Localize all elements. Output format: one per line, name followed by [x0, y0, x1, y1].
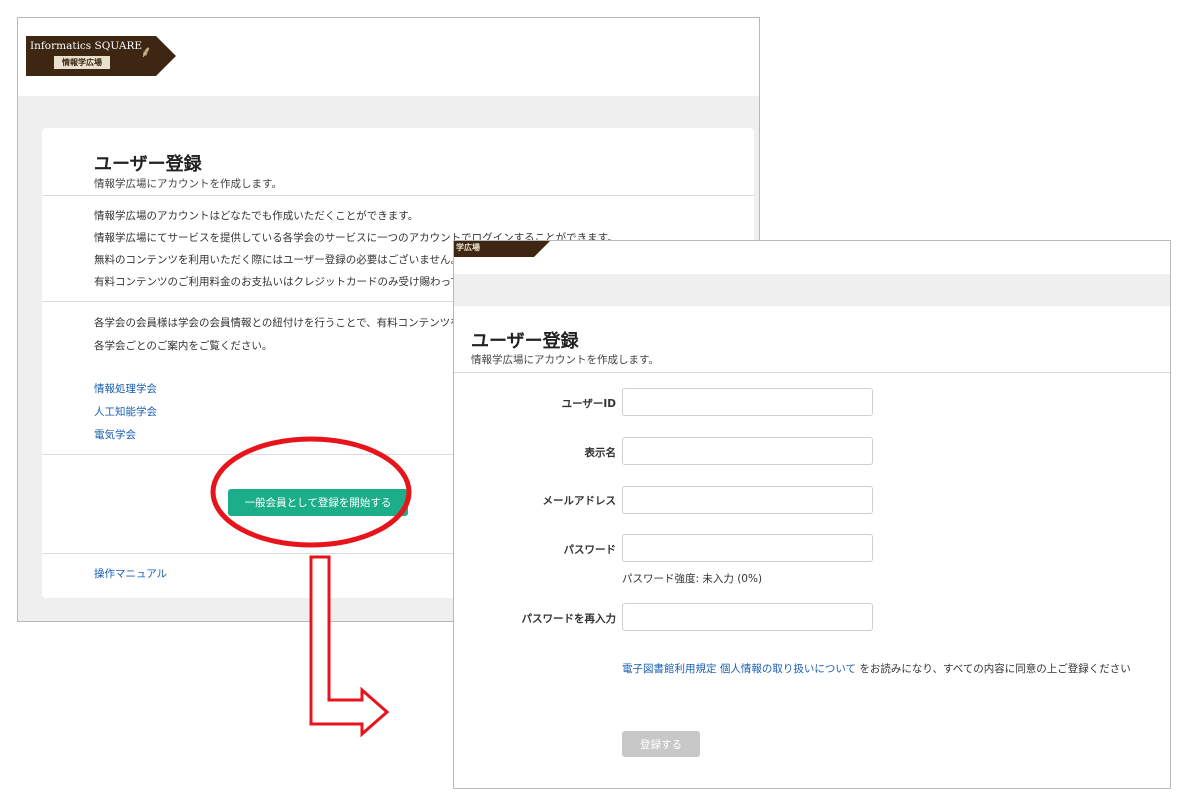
tree-icon: ⸙ — [140, 42, 153, 61]
intro-line-1: 情報学広場のアカウントはどなたでも作成いただくことができます。 — [94, 210, 419, 222]
display-name-input[interactable] — [622, 437, 873, 465]
submit-button[interactable]: 登録する — [622, 731, 700, 757]
agreement-text: をお読みになり、すべての内容に同意の上ご登録ください — [859, 663, 1131, 675]
password-label: パスワード — [563, 544, 617, 556]
logo-name: Informatics SQUARE — [30, 40, 143, 52]
site-logo[interactable]: Informatics SQUARE 情報学広場 ⸙ — [26, 36, 178, 76]
privacy-policy-link[interactable]: 個人情報の取り扱いについて — [720, 663, 856, 675]
page-title: ユーザー登録 — [471, 331, 579, 352]
member-line-2: 各学会ごとのご案内をご覧ください。 — [94, 340, 273, 352]
start-registration-button[interactable]: 一般会員として登録を開始する — [228, 489, 408, 516]
library-terms-link[interactable]: 電子図書館利用規定 — [622, 663, 717, 675]
page-subtitle: 情報学広場にアカウントを作成します。 — [471, 354, 659, 366]
intro-line-3: 無料のコンテンツを利用いただく際にはユーザー登録の必要はございません。 — [94, 254, 461, 266]
user-id-label: ユーザーID — [561, 398, 616, 410]
logo-fragment-text: 学広場 — [456, 243, 480, 252]
email-input[interactable] — [622, 486, 873, 514]
page-background — [454, 274, 1170, 306]
password-input[interactable] — [622, 534, 873, 562]
society-link-iee[interactable]: 電気学会 — [94, 427, 136, 442]
member-line-1: 各学会の会員様は学会の会員情報との紐付けを行うことで、有料コンテンツを — [94, 317, 461, 329]
divider — [42, 195, 754, 196]
password-strength: パスワード強度: 未入力 (0%) — [622, 573, 763, 585]
password-confirm-label: パスワードを再入力 — [521, 613, 617, 625]
manual-link[interactable]: 操作マニュアル — [94, 566, 167, 581]
site-logo[interactable]: 学広場 — [454, 241, 552, 257]
intro-line-4: 有料コンテンツのご利用料金のお支払いはクレジットカードのみ受け賜わって — [94, 276, 461, 288]
logo-subtitle: 情報学広場 — [54, 56, 110, 69]
display-name-label: 表示名 — [584, 447, 617, 459]
site-header: Informatics SQUARE 情報学広場 ⸙ — [18, 18, 759, 96]
email-label: メールアドレス — [542, 495, 617, 507]
society-link-jsai[interactable]: 人工知能学会 — [94, 404, 157, 419]
registration-form-window: 学広場 ユーザー登録 情報学広場にアカウントを作成します。 ユーザーID 表示名… — [453, 240, 1171, 789]
society-link-ipsj[interactable]: 情報処理学会 — [94, 381, 157, 396]
password-confirm-input[interactable] — [622, 603, 873, 631]
page-title: ユーザー登録 — [94, 154, 202, 175]
page-subtitle: 情報学広場にアカウントを作成します。 — [94, 178, 282, 190]
terms-agreement: 電子図書館利用規定 個人情報の取り扱いについて をお読みになり、すべての内容に同… — [622, 659, 1162, 679]
user-id-input[interactable] — [622, 388, 873, 416]
divider — [454, 372, 1170, 373]
